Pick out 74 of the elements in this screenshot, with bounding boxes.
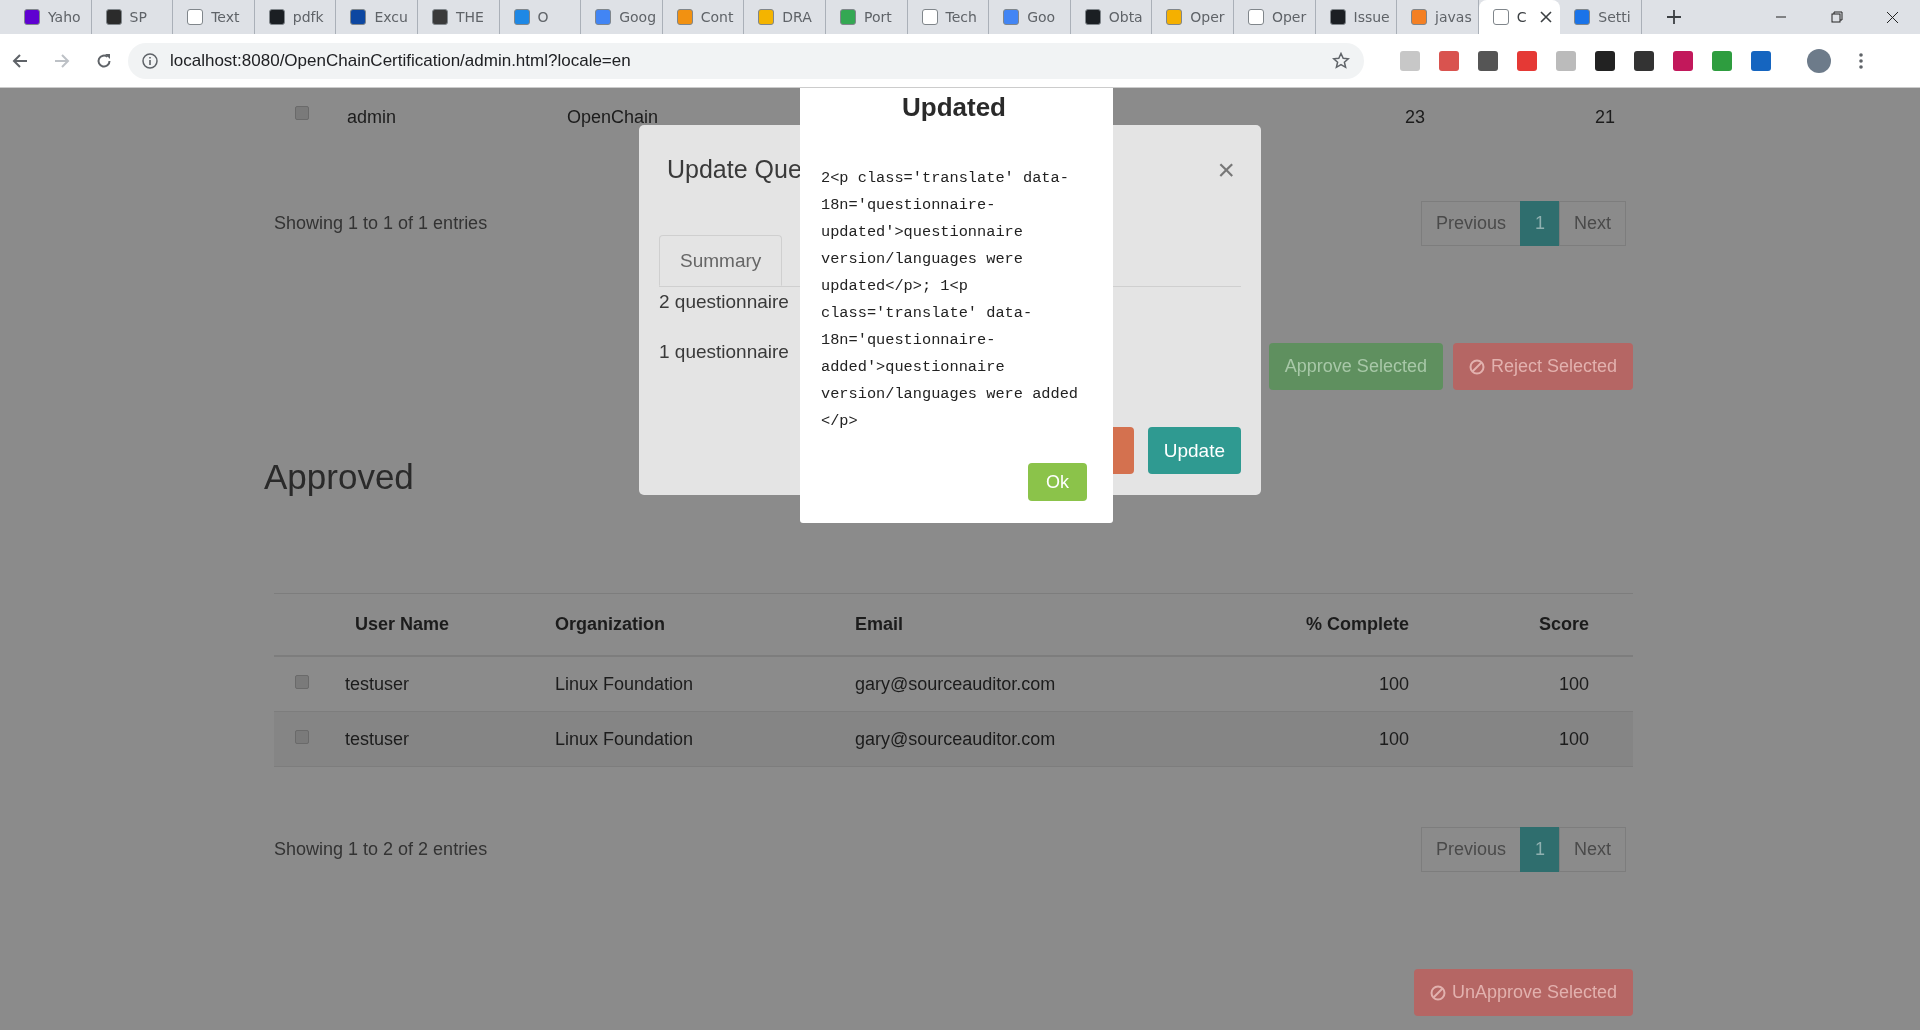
table-cell-text: Linux Foundation <box>554 673 695 695</box>
browser-tab[interactable]: Port <box>825 0 908 34</box>
update-button[interactable]: Update <box>1147 427 1241 474</box>
extension-icon[interactable] <box>1595 50 1615 71</box>
table-cell-text: 100 <box>1377 728 1410 750</box>
browser-tab[interactable]: THE <box>417 0 500 34</box>
reload-icon[interactable] <box>96 52 112 69</box>
avatar-icon[interactable] <box>1807 48 1831 73</box>
browser-tab[interactable]: Setti <box>1560 0 1642 34</box>
table-cell-text: admin <box>346 106 398 128</box>
browser-tab[interactable]: O <box>499 0 582 34</box>
browser-tab[interactable]: SP <box>91 0 174 34</box>
dialog-tab[interactable]: Summary <box>659 235 783 286</box>
column-header[interactable]: % Complete <box>1230 614 1427 635</box>
table-cell-text: testuser <box>344 728 411 750</box>
browser-tab[interactable]: Text <box>173 0 255 34</box>
row-checkbox[interactable] <box>295 106 309 120</box>
browser-tab[interactable]: Oper <box>1152 0 1234 34</box>
table-cell-text: OpenChain <box>566 106 660 128</box>
table-cell-text: gary@sourceauditor.com <box>854 673 1057 695</box>
browser-tab[interactable]: Oper <box>1233 0 1316 34</box>
table-cell-text: Linux Foundation <box>554 728 695 750</box>
row-checkbox[interactable] <box>295 675 309 689</box>
dialog-title: Update Que <box>667 155 802 184</box>
column-header[interactable]: Organization <box>537 614 837 635</box>
column-header[interactable]: Score <box>1427 614 1633 635</box>
browser-tab[interactable]: DRA <box>744 0 826 34</box>
browser-tab[interactable]: pdfk <box>254 0 337 34</box>
alert-title: Updated <box>901 92 1007 124</box>
back-icon[interactable] <box>12 52 28 69</box>
column-header[interactable]: Email <box>837 614 1230 635</box>
close-icon[interactable] <box>1885 10 1899 24</box>
table-cell-text: 100 <box>1557 673 1590 695</box>
section-heading: Approved <box>264 456 414 498</box>
close-icon[interactable] <box>1540 11 1553 23</box>
table-cell-text: 100 <box>1377 673 1410 695</box>
summary-text: 1 questionnaire <box>659 341 789 363</box>
alert-message: 2<p class='translate' data-18n='questionnaire-updated'>questionnaire version/languages were updated</p>; 1<p class='translate' data-18n='questionnaire-added'>questionnaire version/languages were added </p> <box>821 168 1080 432</box>
table-cell-text: gary@sourceauditor.com <box>854 728 1057 750</box>
new-tab-icon[interactable] <box>1665 9 1682 25</box>
entries-info: Showing 1 to 1 of 1 entries <box>274 213 488 234</box>
next-button[interactable]: Next <box>1559 201 1626 246</box>
ban-icon <box>1429 984 1446 1001</box>
address-bar[interactable]: localhost:8080/OpenChainCertification/admin.html?locale=en <box>128 42 1364 79</box>
star-icon[interactable] <box>1332 51 1350 70</box>
browser-tab[interactable]: Goog <box>581 0 663 34</box>
restore-icon[interactable] <box>1829 10 1843 24</box>
browser-tab[interactable]: Tech <box>907 0 990 34</box>
table-cell-text: 21 <box>1593 106 1616 128</box>
browser-tab[interactable]: Cont <box>662 0 745 34</box>
browser-tab[interactable]: C <box>1478 0 1561 34</box>
menu-icon[interactable] <box>1859 52 1863 69</box>
table-cell-text: 23 <box>1403 106 1426 128</box>
next-button[interactable]: Next <box>1559 827 1626 872</box>
table-cell-text: 100 <box>1557 728 1590 750</box>
page-button[interactable]: 1 <box>1519 827 1560 872</box>
extension-icon[interactable] <box>1478 50 1498 71</box>
browser-tab[interactable]: Obta <box>1070 0 1153 34</box>
entries-info: Showing 1 to 2 of 2 entries <box>274 839 488 860</box>
browser-tab[interactable]: Yaho <box>10 0 92 34</box>
summary-text: 2 questionnaire <box>659 291 789 313</box>
close-button[interactable]: × <box>1217 155 1235 185</box>
ban-icon <box>1468 358 1485 375</box>
extension-icon[interactable] <box>1634 50 1654 71</box>
browser-tab[interactable]: Goo <box>989 0 1071 34</box>
browser-tab[interactable]: Issue <box>1315 0 1398 34</box>
browser-tab[interactable]: Excu <box>336 0 418 34</box>
column-header[interactable]: User Name <box>330 614 537 635</box>
url-text: localhost:8080/OpenChainCertification/admin.html?locale=en <box>170 50 631 71</box>
page-button[interactable]: 1 <box>1519 201 1560 246</box>
browser-tab[interactable]: javas <box>1397 0 1479 34</box>
info-icon[interactable] <box>142 52 158 69</box>
table-cell-text: testuser <box>344 673 411 695</box>
row-checkbox[interactable] <box>295 730 309 744</box>
